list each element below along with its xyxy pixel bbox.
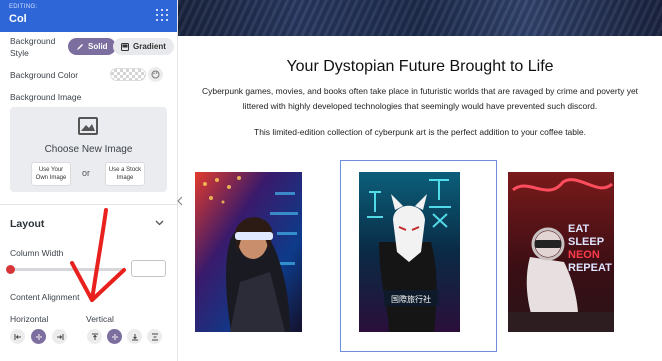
column-width-slider[interactable] xyxy=(10,268,123,271)
align-right-button[interactable] xyxy=(52,329,67,344)
background-style-label: Background Style xyxy=(10,36,56,58)
align-middle-icon xyxy=(111,333,118,340)
neon-sign-repeat: REPEAT xyxy=(568,262,612,274)
page-headline: Your Dystopian Future Brought to Life xyxy=(286,58,554,75)
neon-sign-neon: NEON xyxy=(568,249,600,261)
align-bottom-button[interactable] xyxy=(127,329,142,344)
neon-sign-eat: EAT xyxy=(568,223,589,235)
collection-paragraph: This limited-edition collection of cyber… xyxy=(254,127,586,137)
align-stretch-icon xyxy=(151,333,158,340)
editor-sidebar: EDITING: Col Background Style Solid Grad… xyxy=(0,0,178,361)
neon-sign-sleep: SLEEP xyxy=(568,236,604,248)
align-center-button[interactable] xyxy=(31,329,46,344)
sidebar-header: EDITING: Col xyxy=(0,0,177,32)
image-icon xyxy=(78,117,98,135)
gradient-label: Gradient xyxy=(133,42,166,51)
gradient-icon xyxy=(121,42,129,51)
grid-menu-icon[interactable] xyxy=(156,9,168,21)
align-stretch-button[interactable] xyxy=(147,329,162,344)
brush-icon xyxy=(77,43,83,50)
gallery-image-1[interactable] xyxy=(195,172,302,332)
color-swatch[interactable] xyxy=(110,68,146,81)
slider-handle[interactable] xyxy=(6,265,15,274)
align-middle-button[interactable] xyxy=(107,329,122,344)
solid-label: Solid xyxy=(88,42,108,51)
vertical-label: Vertical xyxy=(86,314,114,324)
neon-sign-text: 国際旅行社 xyxy=(391,294,431,304)
use-own-image-button[interactable]: Use Your Own Image xyxy=(31,162,71,186)
gallery-image-2[interactable]: 国際旅行社 xyxy=(359,172,460,332)
align-left-button[interactable] xyxy=(10,329,25,344)
column-width-input[interactable] xyxy=(131,260,166,277)
intro-paragraph: Cyberpunk games, movies, and books often… xyxy=(201,86,639,111)
sidebar-title: Col xyxy=(9,13,27,25)
gallery-image-3[interactable]: EAT SLEEP NEON REPEAT xyxy=(508,172,614,332)
image-picker: Choose New Image Use Your Own Image or U… xyxy=(10,107,167,192)
page-canvas: Your Dystopian Future Brought to Life Cy… xyxy=(178,0,662,361)
chevron-down-icon[interactable] xyxy=(155,220,164,226)
section-divider xyxy=(0,204,177,205)
editing-label: EDITING: xyxy=(9,4,38,10)
align-left-icon xyxy=(14,333,21,340)
align-top-icon xyxy=(91,333,98,340)
align-right-icon xyxy=(56,333,63,340)
solid-button[interactable]: Solid xyxy=(68,38,116,55)
align-bottom-icon xyxy=(131,333,138,340)
content-alignment-label: Content Alignment xyxy=(10,292,80,302)
palette-icon[interactable] xyxy=(148,67,163,82)
gradient-button[interactable]: Gradient xyxy=(113,38,174,55)
hero-banner-image xyxy=(178,0,662,36)
align-center-icon xyxy=(35,333,42,340)
or-label: or xyxy=(82,168,91,178)
choose-new-image-button[interactable]: Choose New Image xyxy=(10,144,167,155)
column-width-label: Column Width xyxy=(10,248,64,258)
horizontal-label: Horizontal xyxy=(10,314,49,324)
background-color-label: Background Color xyxy=(10,70,79,80)
use-stock-image-button[interactable]: Use a Stock Image xyxy=(105,162,145,186)
background-image-label: Background Image xyxy=(10,92,82,102)
layout-heading[interactable]: Layout xyxy=(10,218,44,230)
align-top-button[interactable] xyxy=(87,329,102,344)
